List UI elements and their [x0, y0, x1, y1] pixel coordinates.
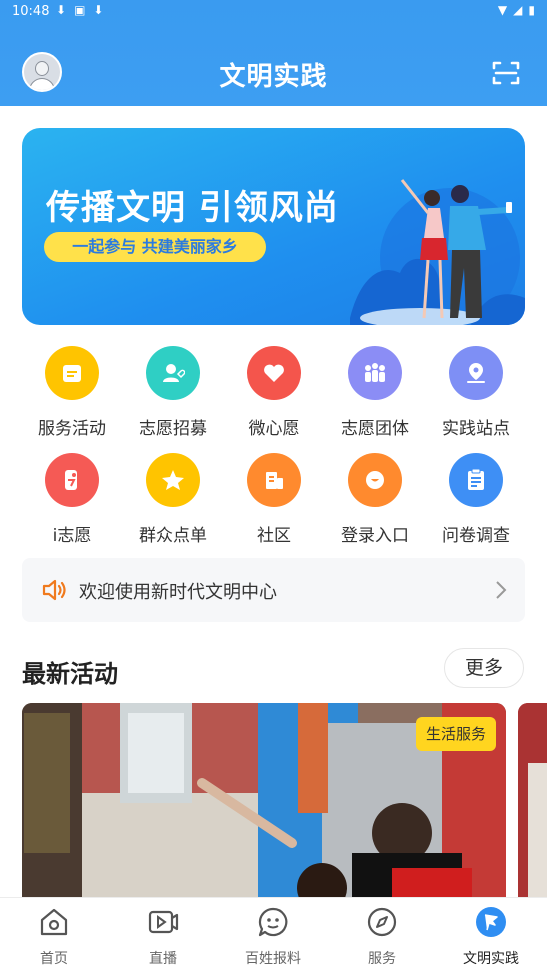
grid-item-volunteer-group[interactable]: 志愿团体 [325, 346, 425, 439]
volunteer-icon [45, 453, 99, 507]
page-title: 文明实践 [219, 62, 328, 92]
grid-item-community[interactable]: 社区 [224, 453, 324, 546]
bottom-nav: 首页 直播 百姓报料 服务 文明实践 [0, 897, 547, 974]
video-icon [148, 910, 179, 934]
grid-item-survey[interactable]: 问卷调查 [426, 453, 526, 546]
chevron-right-icon [496, 581, 507, 599]
flag-icon [476, 907, 506, 937]
activity-tag: 生活服务 [415, 717, 496, 751]
wifi-icon: ▼ [497, 3, 508, 17]
grid-label: 志愿团体 [341, 419, 409, 439]
banner-subtitle: 一起参与 共建美丽家乡 [44, 232, 266, 262]
compass-icon [367, 907, 397, 937]
grid-item-volunteer-recruit[interactable]: 志愿招募 [123, 346, 223, 439]
nav-civilization-practice[interactable]: 文明实践 [441, 906, 541, 968]
login-icon [348, 453, 402, 507]
home-icon [40, 908, 68, 936]
nav-report[interactable]: 百姓报料 [223, 906, 323, 968]
activity-card-image-next[interactable] [518, 703, 547, 897]
grid-label: 群众点单 [139, 526, 207, 546]
promo-banner[interactable]: 传播文明 引领风尚 一起参与 共建美丽家乡 [22, 128, 525, 325]
grid-item-i-volunteer[interactable]: i志愿 [22, 453, 122, 546]
grid-item-practice-site[interactable]: 实践站点 [426, 346, 526, 439]
nav-label: 直播 [149, 951, 177, 967]
nav-label: 文明实践 [463, 951, 519, 967]
nav-live[interactable]: 直播 [113, 906, 213, 968]
more-button[interactable]: 更多 [444, 648, 524, 688]
notice-text: 欢迎使用新时代文明中心 [79, 582, 277, 603]
grid-item-public-order[interactable]: 群众点单 [123, 453, 223, 546]
grid-label: 问卷调查 [442, 526, 510, 546]
grid-label: 服务活动 [38, 419, 106, 439]
nav-label: 服务 [368, 951, 396, 967]
status-notifications: ⬇ ▣ ⬇ [56, 3, 103, 17]
grid-label: i志愿 [52, 526, 92, 546]
app-notification-icon: ▣ [74, 3, 86, 17]
status-time: 10:48 [12, 4, 50, 19]
grid-label: 微心愿 [248, 419, 300, 439]
people-illustration [350, 179, 525, 325]
status-system-icons: ▼ ◢ ▮ [498, 3, 535, 17]
signal-icon: ◢ [513, 3, 523, 17]
nav-label: 百姓报料 [245, 951, 301, 967]
user-heart-icon [146, 346, 200, 400]
grid-item-login-entry[interactable]: 登录入口 [325, 453, 425, 546]
calendar-icon [45, 346, 99, 400]
battery-icon: ▮ [528, 3, 535, 17]
activity-photo [518, 703, 547, 897]
nav-label: 首页 [40, 951, 68, 967]
banner-title: 传播文明 引领风尚 [46, 188, 339, 228]
clipboard-icon [449, 453, 503, 507]
nav-service[interactable]: 服务 [332, 906, 432, 968]
download-icon: ⬇ [93, 3, 104, 17]
grid-item-service-activity[interactable]: 服务活动 [22, 346, 122, 439]
section-title: 最新活动 [22, 660, 118, 688]
grid-label: 实践站点 [442, 419, 510, 439]
activity-card-image[interactable]: 生活服务 [22, 703, 506, 897]
star-icon [146, 453, 200, 507]
nav-home[interactable]: 首页 [4, 906, 104, 968]
app-header: 10:48 ⬇ ▣ ⬇ ▼ ◢ ▮ 文明实践 [0, 0, 547, 106]
grid-label: 志愿招募 [139, 419, 207, 439]
chat-icon [258, 907, 288, 937]
status-bar: 10:48 ⬇ ▣ ⬇ ▼ ◢ ▮ [0, 0, 547, 24]
download-icon: ⬇ [56, 3, 67, 17]
building-icon [247, 453, 301, 507]
grid-label: 登录入口 [341, 526, 409, 546]
location-icon [449, 346, 503, 400]
grid-item-micro-wish[interactable]: 微心愿 [224, 346, 324, 439]
group-icon [348, 346, 402, 400]
notice-bar[interactable]: 欢迎使用新时代文明中心 [22, 558, 525, 622]
scan-icon[interactable] [492, 60, 520, 86]
grid-label: 社区 [257, 526, 291, 546]
speaker-icon [42, 579, 66, 601]
heart-icon [247, 346, 301, 400]
